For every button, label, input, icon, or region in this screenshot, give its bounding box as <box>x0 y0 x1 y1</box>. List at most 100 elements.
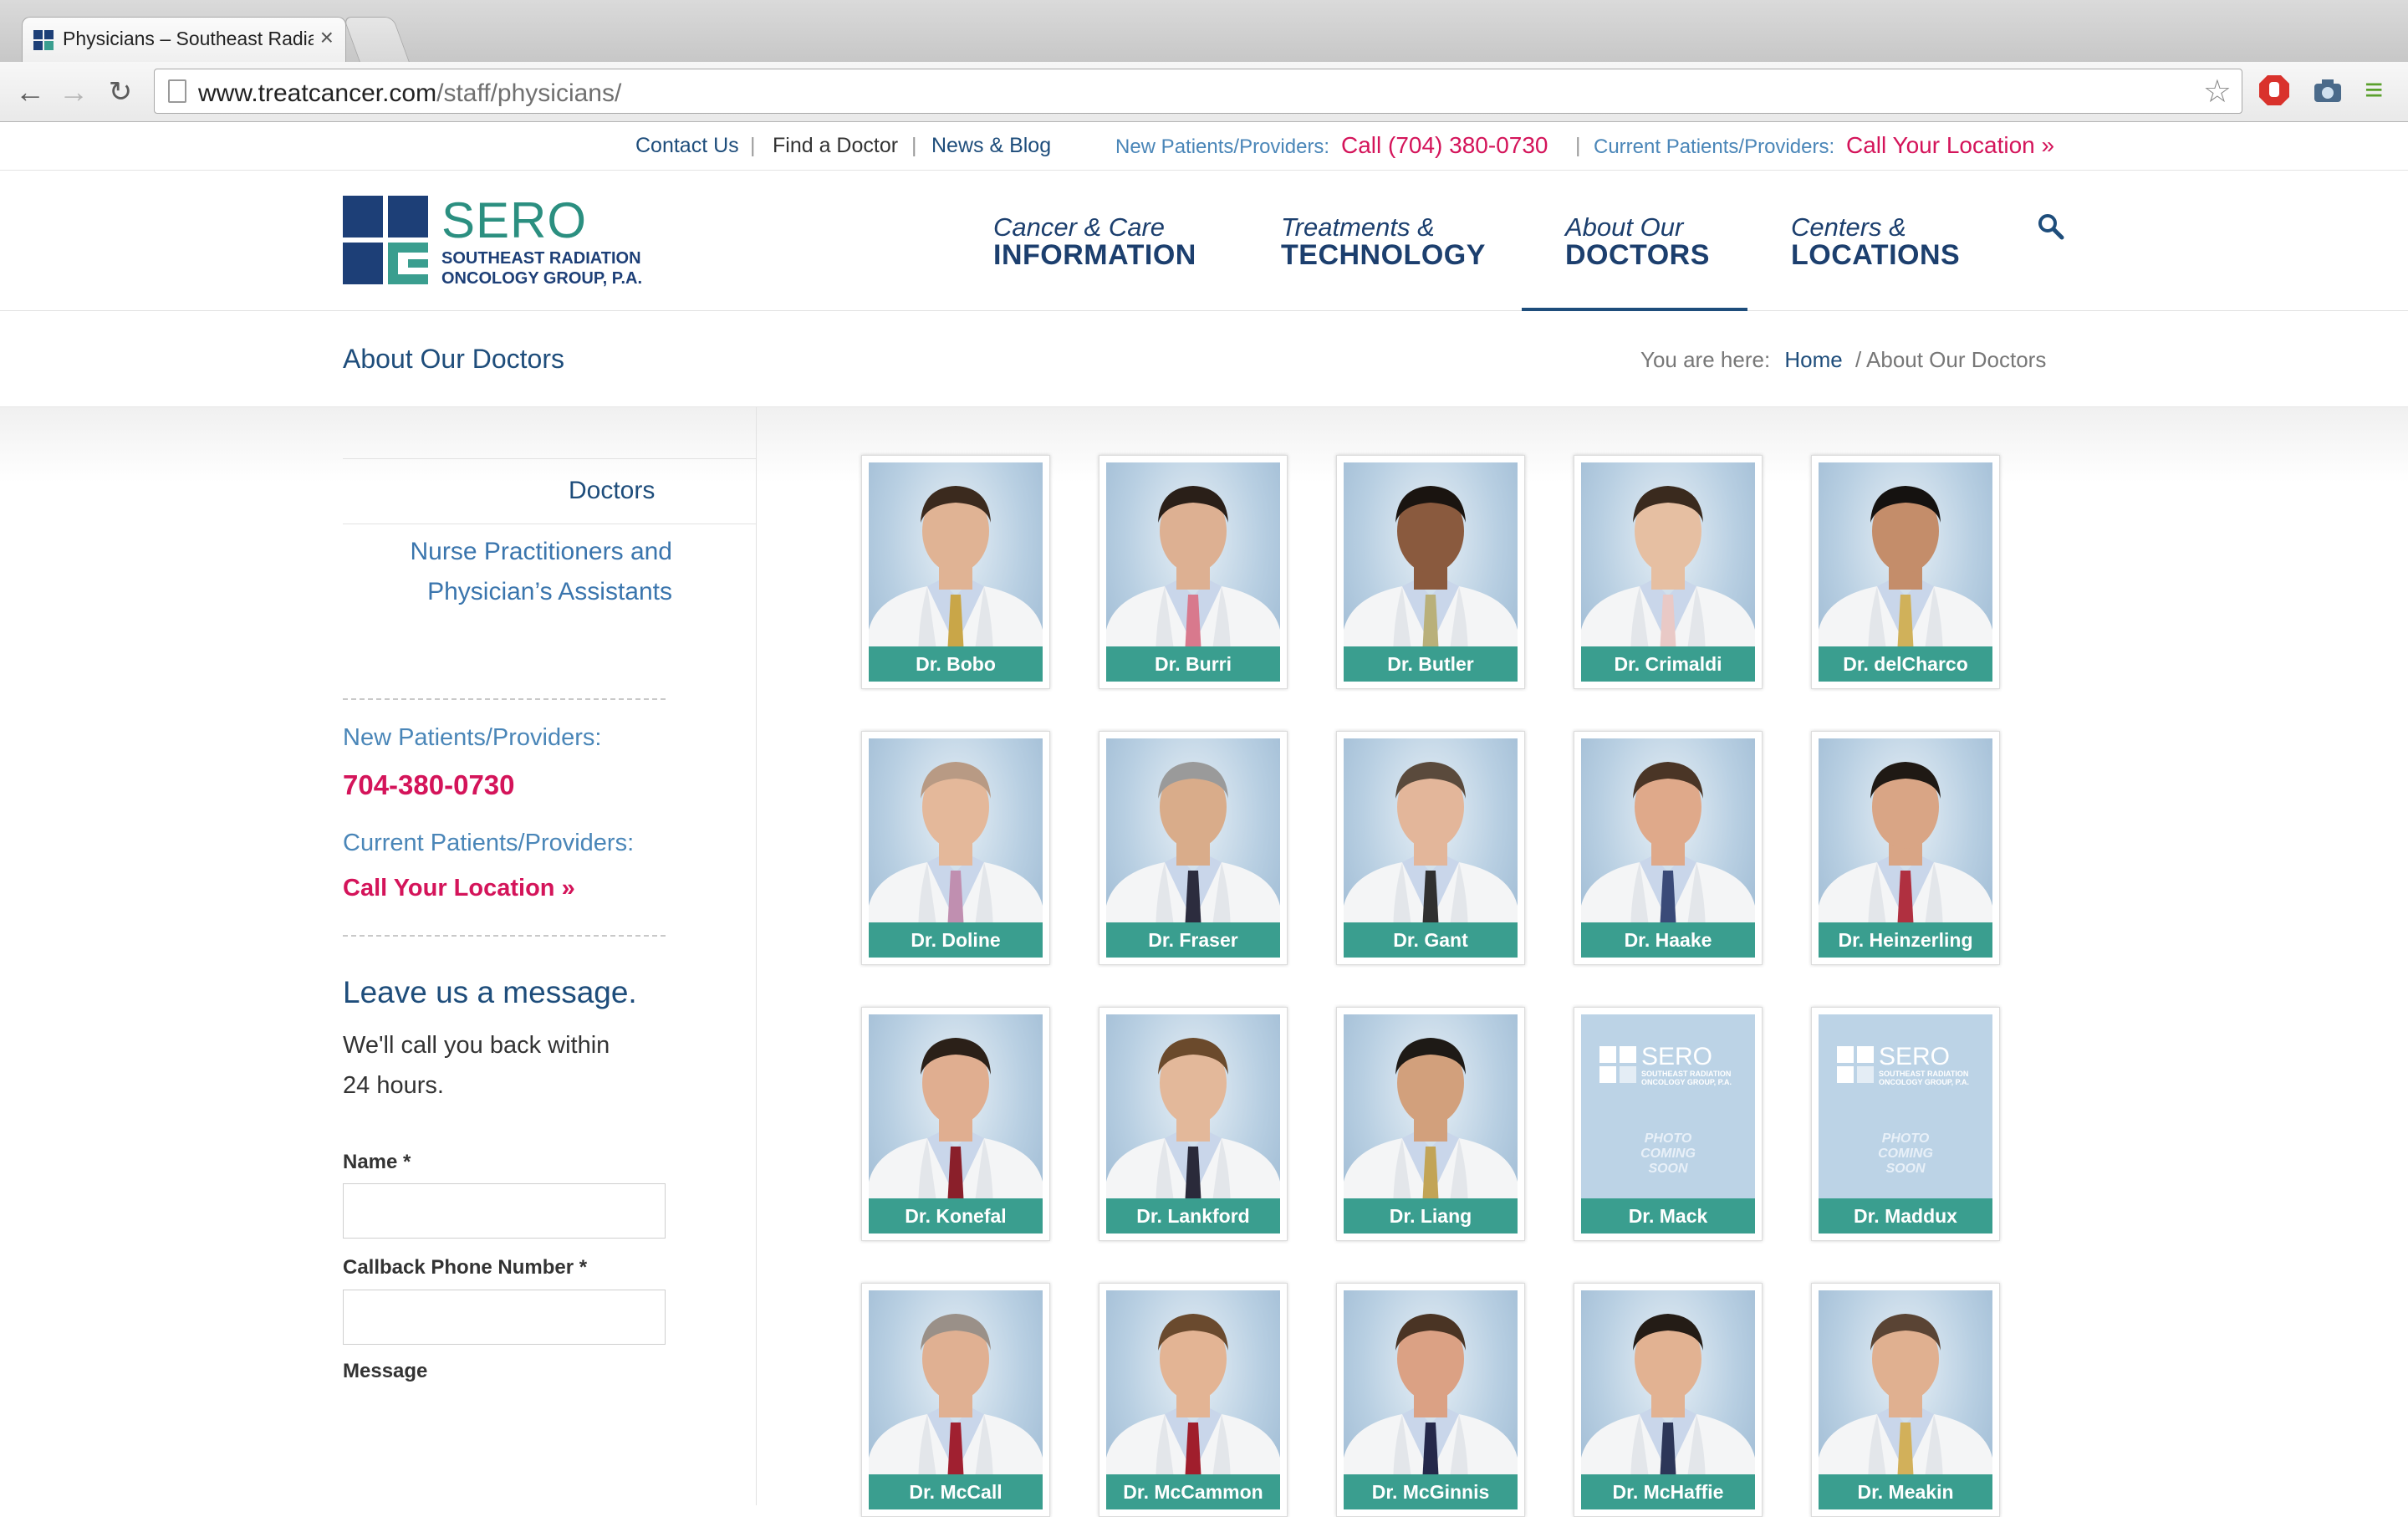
breadcrumb-current: / About Our Doctors <box>1855 347 2047 372</box>
find-a-doctor-link[interactable]: Find a Doctor <box>773 134 898 158</box>
doctor-name-label: Dr. Maddux <box>1819 1198 1992 1234</box>
message-label: Message <box>343 1360 428 1382</box>
doctor-card[interactable]: Dr. McCall <box>861 1283 1050 1517</box>
close-icon[interactable]: × <box>320 24 334 51</box>
adblock-extension-icon[interactable] <box>2258 74 2291 107</box>
photo-placeholder: SERO SOUTHEAST RADIATION ONCOLOGY GROUP, P… <box>1819 1014 1992 1234</box>
menu-treatments[interactable]: Treatments & TECHNOLOGY <box>1281 212 1486 272</box>
doctor-name-label: Dr. McCall <box>869 1474 1043 1509</box>
doctor-name-label: Dr. Liang <box>1344 1198 1518 1234</box>
doctor-name-label: Dr. Haake <box>1581 922 1755 958</box>
photo-coming-soon-text: PHOTO COMING SOON <box>1640 1131 1696 1176</box>
dashed-divider <box>343 935 666 937</box>
doctor-card[interactable]: Dr. Lankford <box>1099 1007 1288 1241</box>
tab-title: Physicians – Southeast Radiation Oncolog… <box>63 28 314 49</box>
doctor-card[interactable]: Dr. Butler <box>1336 455 1525 689</box>
name-input[interactable] <box>343 1183 666 1239</box>
phone-link[interactable]: 704-380-0730 <box>343 769 515 801</box>
doctor-name-label: Dr. McGinnis <box>1344 1474 1518 1509</box>
photo-coming-soon-text: PHOTO COMING SOON <box>1878 1131 1933 1176</box>
doctor-card[interactable]: Dr. Bobo <box>861 455 1050 689</box>
logo-line-2: ONCOLOGY GROUP, P.A. <box>441 269 643 288</box>
divider <box>343 458 756 459</box>
menu-hamburger-icon[interactable]: ≡ <box>2365 74 2398 107</box>
menu-label-main: TECHNOLOGY <box>1281 239 1486 271</box>
browser-tab-active[interactable]: Physicians – Southeast Radiation Oncolog… <box>22 17 346 62</box>
active-menu-indicator <box>1522 308 1747 311</box>
doctor-card[interactable]: Dr. McHaffie <box>1574 1283 1763 1517</box>
doctor-photo: Dr. McCall <box>869 1290 1043 1509</box>
doctor-card[interactable]: Dr. Burri <box>1099 455 1288 689</box>
doctor-card[interactable]: Dr. Fraser <box>1099 731 1288 965</box>
logo-name: SERO <box>441 192 588 248</box>
new-patients-label: New Patients/Providers: <box>343 724 602 751</box>
doctor-card[interactable]: Dr. Meakin <box>1811 1283 2000 1517</box>
doctor-photo: Dr. Butler <box>1344 462 1518 682</box>
doctor-card[interactable]: Dr. Haake <box>1574 731 1763 965</box>
sidebar-item-nurse-practitioners[interactable]: Nurse Practitioners and Physician’s Assi… <box>343 532 672 612</box>
separator: | <box>750 134 756 157</box>
doctor-name-label: Dr. Butler <box>1344 646 1518 682</box>
call-your-location-link[interactable]: Call Your Location » <box>343 875 575 902</box>
call-your-location-link[interactable]: Call Your Location » <box>1846 132 2054 159</box>
menu-about-doctors[interactable]: About Our DOCTORS <box>1565 212 1710 272</box>
doctor-photo: Dr. McHaffie <box>1581 1290 1755 1509</box>
news-blog-link[interactable]: News & Blog <box>931 134 1051 158</box>
back-arrow-icon[interactable]: ← <box>12 74 48 110</box>
placeholder-line-1: SOUTHEAST RADIATION <box>1641 1070 1732 1078</box>
sidebar-divider <box>756 407 757 1505</box>
doctor-card[interactable]: Dr. Gant <box>1336 731 1525 965</box>
logo-line-1: SOUTHEAST RADIATION <box>441 249 641 268</box>
doctor-photo: Dr. delCharco <box>1819 462 1992 682</box>
address-bar[interactable]: www.treatcancer.com/staff/physicians/ ☆ <box>154 69 2242 114</box>
doctor-name-label: Dr. Mack <box>1581 1198 1755 1234</box>
doctor-card[interactable]: SERO SOUTHEAST RADIATION ONCOLOGY GROUP, P… <box>1574 1007 1763 1241</box>
menu-cancer-care[interactable]: Cancer & Care INFORMATION <box>993 212 1196 272</box>
placeholder-brand: SERO <box>1641 1043 1713 1070</box>
doctor-card[interactable]: Dr. Crimaldi <box>1574 455 1763 689</box>
doctor-photo: Dr. McCammon <box>1106 1290 1280 1509</box>
separator: | <box>911 134 917 157</box>
page-title-bar: About Our Doctors You are here: Home / A… <box>0 312 2408 407</box>
doctor-card[interactable]: Dr. Liang <box>1336 1007 1525 1241</box>
doctor-name-label: Dr. Crimaldi <box>1581 646 1755 682</box>
url-text[interactable]: www.treatcancer.com/staff/physicians/ <box>198 79 621 108</box>
doctor-card[interactable]: Dr. Heinzerling <box>1811 731 2000 965</box>
sero-logo[interactable]: SERO SOUTHEAST RADIATION ONCOLOGY GROUP,… <box>343 196 652 289</box>
breadcrumb-home-link[interactable]: Home <box>1784 347 1842 372</box>
camera-extension-icon[interactable] <box>2311 74 2344 107</box>
current-patients-label: Current Patients/Providers: <box>343 830 635 856</box>
new-tab-button[interactable] <box>343 17 410 62</box>
favicon-icon <box>33 30 54 50</box>
doctor-card[interactable]: Dr. Konefal <box>861 1007 1050 1241</box>
placeholder-brand: SERO <box>1879 1043 1951 1070</box>
doctor-name-label: Dr. McCammon <box>1106 1474 1280 1509</box>
site-header: SERO SOUTHEAST RADIATION ONCOLOGY GROUP,… <box>0 171 2408 311</box>
doctor-card[interactable]: Dr. delCharco <box>1811 455 2000 689</box>
name-label: Name * <box>343 1151 411 1173</box>
bookmark-star-icon[interactable]: ☆ <box>2203 73 2232 110</box>
doctor-name-label: Dr. McHaffie <box>1581 1474 1755 1509</box>
new-patients-call-link[interactable]: Call (704) 380-0730 <box>1341 132 1548 159</box>
doctor-name-label: Dr. Burri <box>1106 646 1280 682</box>
doctor-photo: Dr. McGinnis <box>1344 1290 1518 1509</box>
doctor-card[interactable]: Dr. Doline <box>861 731 1050 965</box>
photo-placeholder: SERO SOUTHEAST RADIATION ONCOLOGY GROUP, P… <box>1581 1014 1755 1234</box>
sidebar-item-label: Physician’s Assistants <box>427 578 672 605</box>
menu-label-top: Centers & <box>1791 212 1906 242</box>
search-icon[interactable] <box>2037 212 2065 241</box>
menu-centers-locations[interactable]: Centers & LOCATIONS <box>1791 212 1960 272</box>
doctor-name-label: Dr. Lankford <box>1106 1198 1280 1234</box>
callback-phone-input[interactable] <box>343 1290 666 1345</box>
doctor-card[interactable]: SERO SOUTHEAST RADIATION ONCOLOGY GROUP, P… <box>1811 1007 2000 1241</box>
doctor-name-label: Dr. delCharco <box>1819 646 1992 682</box>
doctor-photo: Dr. Doline <box>869 738 1043 958</box>
sidebar-item-doctors[interactable]: Doctors <box>569 477 655 505</box>
contact-us-link[interactable]: Contact Us <box>635 134 739 158</box>
reload-icon[interactable]: ↻ <box>102 74 139 110</box>
dashed-divider <box>343 698 666 700</box>
placeholder-line-2: ONCOLOGY GROUP, P.A. <box>1641 1078 1732 1086</box>
forward-arrow-icon[interactable]: → <box>55 74 92 110</box>
doctor-card[interactable]: Dr. McCammon <box>1099 1283 1288 1517</box>
doctor-card[interactable]: Dr. McGinnis <box>1336 1283 1525 1517</box>
